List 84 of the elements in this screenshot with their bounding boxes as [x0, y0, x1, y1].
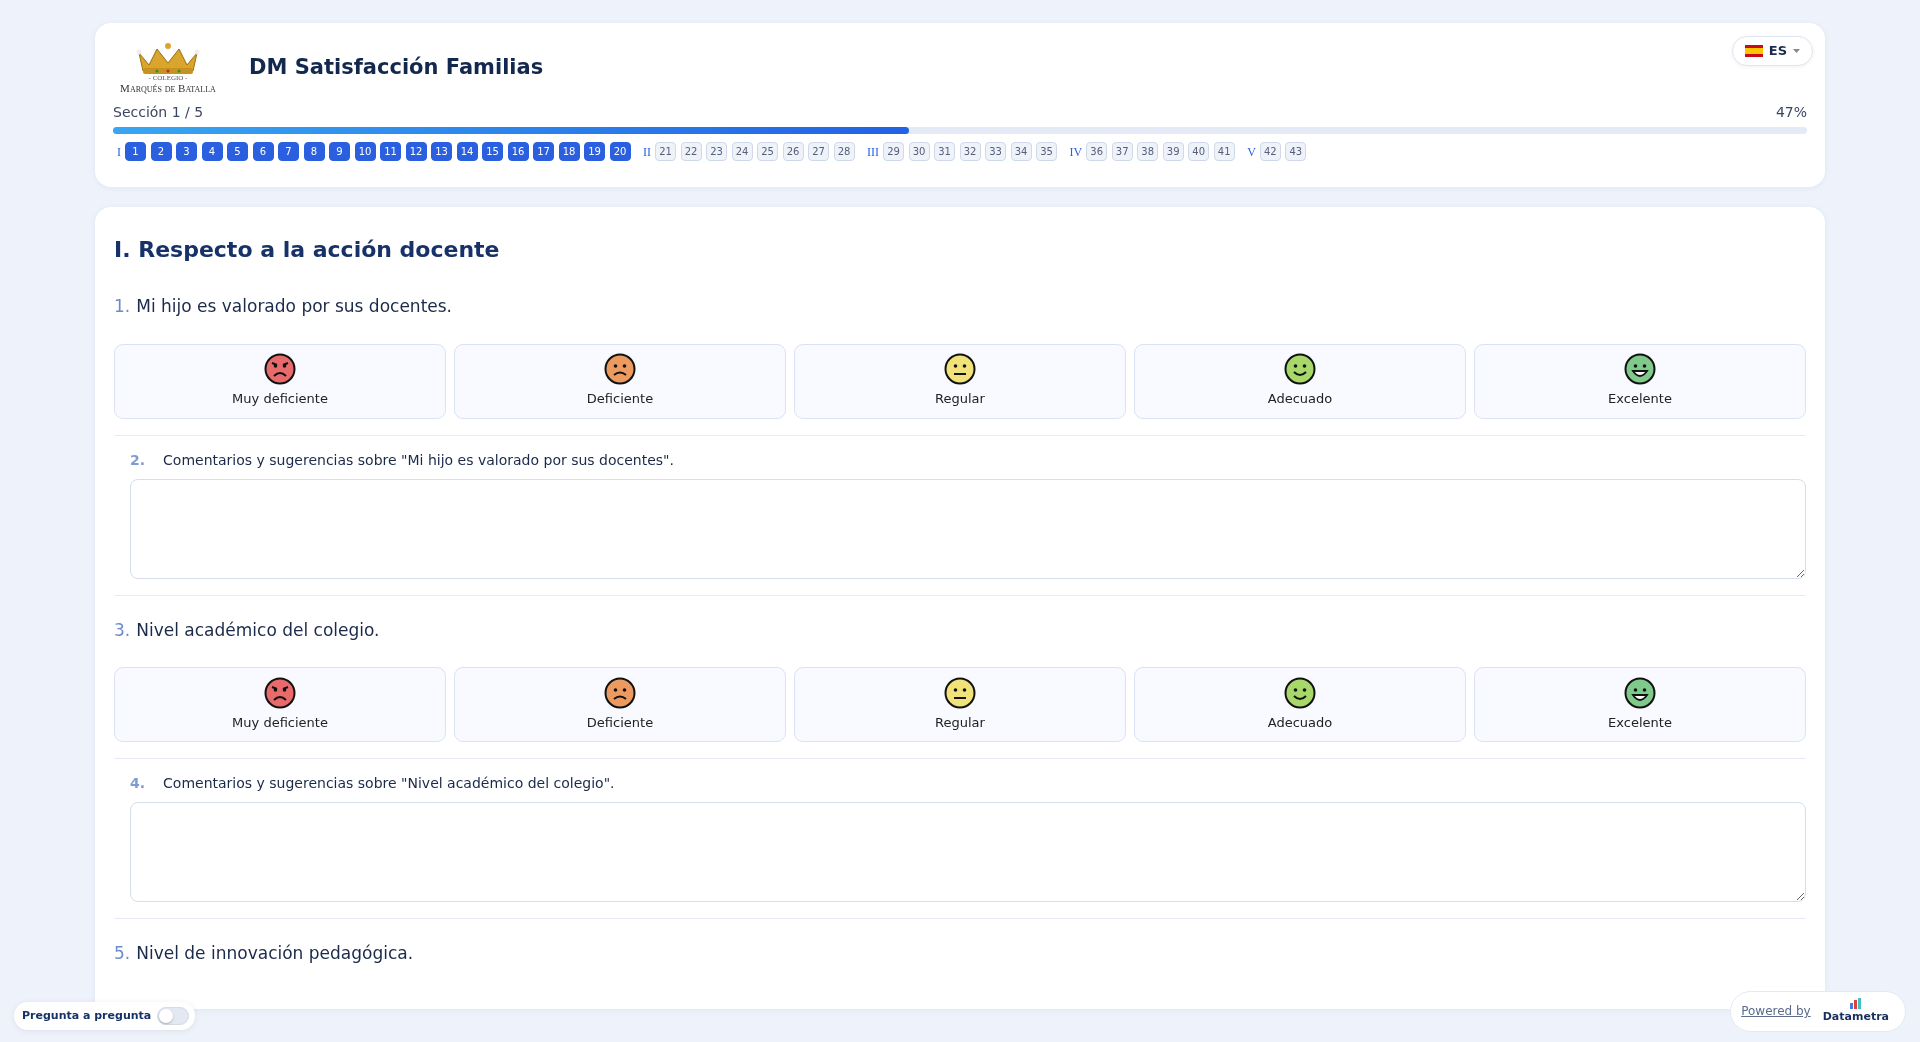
powered-by-link[interactable]: Powered by: [1741, 1002, 1811, 1021]
rating-option[interactable]: Excelente: [1474, 343, 1806, 419]
question-nav-button[interactable]: 17: [533, 142, 554, 162]
question-number: 4.: [130, 775, 146, 792]
question-number: 3.: [114, 619, 131, 640]
question-nav-button[interactable]: 43: [1285, 142, 1307, 162]
section-numeral: II: [643, 143, 651, 161]
question-nav-button[interactable]: 34: [1010, 142, 1032, 162]
rating-option[interactable]: Deficiente: [454, 343, 786, 419]
question-number: 1.: [114, 296, 131, 317]
question-nav-button[interactable]: 20: [609, 142, 631, 162]
brand-name: Datametra: [1822, 1008, 1889, 1025]
question-number: 2.: [130, 451, 146, 468]
rating-option[interactable]: Adecuado: [1134, 343, 1466, 419]
school-name: Marqués de Batalla: [120, 82, 216, 95]
question-nav-button[interactable]: 28: [833, 142, 855, 162]
rating-option[interactable]: Excelente: [1474, 667, 1806, 743]
section-numeral: I: [117, 143, 121, 161]
section-counter: Sección 1 / 5: [113, 103, 204, 123]
question-text: Comentarios y sugerencias sobre "Mi hijo es valorado por sus docentes".: [163, 451, 674, 468]
question-nav-button[interactable]: 5: [227, 142, 248, 162]
question-nav-button[interactable]: 19: [584, 142, 605, 162]
question-text: Mi hijo es valorado por sus docentes.: [136, 296, 452, 317]
question-nav-button[interactable]: 29: [883, 142, 904, 162]
question-nav-button[interactable]: 31: [934, 142, 955, 162]
question-nav-button[interactable]: 15: [482, 142, 503, 162]
question-nav-button[interactable]: 18: [558, 142, 580, 162]
question-nav-button[interactable]: 3: [176, 142, 197, 162]
question-nav-button[interactable]: 21: [655, 142, 676, 162]
question-text: Comentarios y sugerencias sobre "Nivel académico del colegio".: [163, 775, 615, 792]
question-nav-button[interactable]: 40: [1188, 142, 1210, 162]
rating-option[interactable]: Deficiente: [454, 667, 786, 743]
section-numeral: IV: [1069, 143, 1083, 161]
progress-percent: 47%: [1775, 103, 1807, 123]
comment-field[interactable]: [130, 478, 1806, 579]
question-nav-button[interactable]: 41: [1213, 142, 1235, 162]
question-nav-button[interactable]: 25: [757, 142, 778, 162]
question-nav-button[interactable]: 7: [278, 142, 299, 162]
mode-toggle-label: Pregunta a pregunta: [22, 1007, 152, 1024]
language-selector[interactable]: ES: [1731, 36, 1813, 66]
question-nav-button[interactable]: 1: [125, 142, 146, 162]
question-nav-button[interactable]: 6: [252, 142, 274, 162]
question-nav-button[interactable]: 8: [303, 142, 325, 162]
section-heading: I. Respecto a la acción docente: [114, 236, 501, 265]
survey-title: DM Satisfacción Familias: [249, 53, 544, 81]
question-nav-button[interactable]: 32: [959, 142, 981, 162]
question-nav-button[interactable]: 16: [507, 142, 529, 162]
question-nav-button[interactable]: 33: [985, 142, 1006, 162]
comment-field[interactable]: [130, 802, 1806, 903]
rating-option[interactable]: Regular: [794, 667, 1126, 743]
question-nav-button[interactable]: 38: [1137, 142, 1159, 162]
rating-option[interactable]: Muy deficiente: [114, 343, 446, 419]
bar-chart-logo-icon: [1849, 997, 1862, 1009]
rating-option[interactable]: Regular: [794, 343, 1126, 419]
question-nav-button[interactable]: 36: [1086, 142, 1108, 162]
toggle-switch[interactable]: [157, 1007, 190, 1025]
caret-icon: [1793, 48, 1800, 53]
question-nav-button[interactable]: 4: [201, 142, 223, 162]
question-nav-button[interactable]: 11: [380, 142, 401, 162]
rating-option[interactable]: Adecuado: [1134, 667, 1466, 743]
question-nav-button[interactable]: 35: [1036, 142, 1057, 162]
question-nav-button[interactable]: 9: [329, 142, 350, 162]
question-nav-button[interactable]: 12: [405, 142, 427, 162]
question-nav-button[interactable]: 42: [1259, 142, 1281, 162]
question-number: 5.: [114, 943, 131, 964]
question-nav-button[interactable]: 10: [354, 142, 376, 162]
question-text: Nivel de innovación pedagógica.: [136, 943, 414, 964]
flag-icon: [1744, 44, 1763, 57]
question-nav-button[interactable]: 14: [456, 142, 478, 162]
crown-logo-icon: [135, 41, 201, 75]
question-nav-button[interactable]: 13: [431, 142, 452, 162]
question-nav-button[interactable]: 24: [731, 142, 753, 162]
question-nav-button[interactable]: 39: [1162, 142, 1184, 162]
rating-option[interactable]: Muy deficiente: [114, 667, 446, 743]
section-numeral: V: [1247, 143, 1256, 161]
question-text: Nivel académico del colegio.: [136, 619, 380, 640]
question-nav-button[interactable]: 2: [150, 142, 172, 162]
question-nav-button[interactable]: 26: [782, 142, 804, 162]
question-nav-button[interactable]: 22: [680, 142, 702, 162]
question-nav-button[interactable]: 23: [706, 142, 727, 162]
question-nav-button[interactable]: 27: [808, 142, 829, 162]
section-numeral: III: [867, 143, 879, 161]
question-nav-button[interactable]: 37: [1111, 142, 1133, 162]
question-nav-button[interactable]: 30: [908, 142, 930, 162]
